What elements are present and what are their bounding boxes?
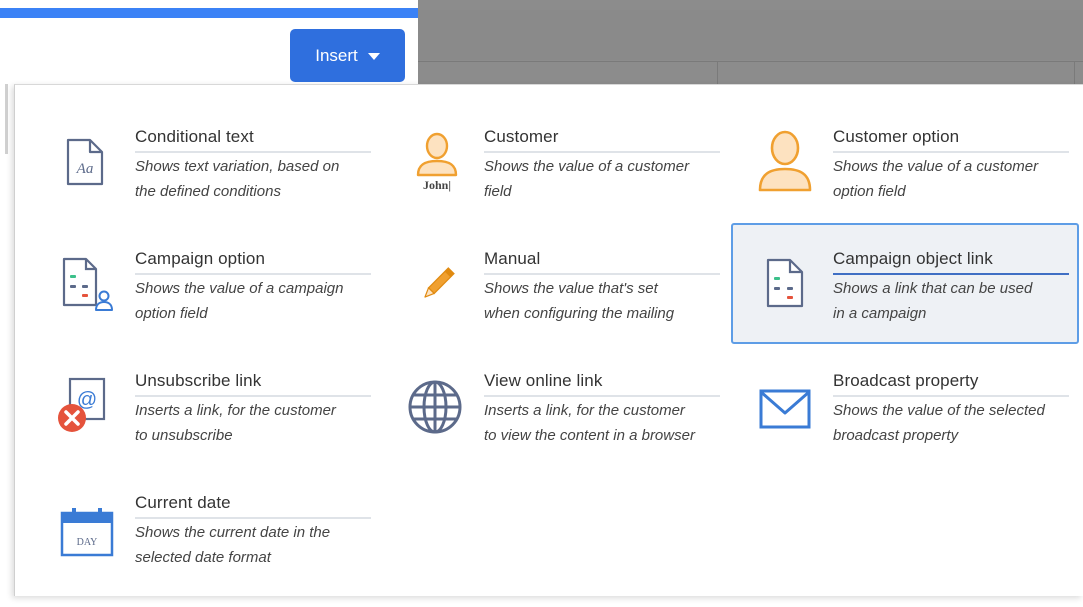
left-edge-shadow [5,84,8,154]
menu-item-description: Shows the value of the selected broadcas… [833,402,1045,444]
menu-item-description: Shows the value of a customer option fie… [833,158,1039,200]
overlay-toolbar [418,10,1083,60]
overlay-divider [418,61,1083,62]
overlay-column-divider [1074,62,1075,84]
campaign-document-icon [764,258,824,318]
pencil-icon [417,265,477,325]
title-underline [135,151,371,153]
menu-item-description: Shows the value of a customer field [484,158,690,200]
person-name-icon: John| [412,131,472,192]
insert-button-label: Insert [315,45,358,65]
tab-indicator [0,8,418,18]
menu-item-current-date[interactable]: DAY Current date Shows the current date … [58,489,403,607]
insert-dropdown-menu: Aa Conditional text Shows text variation… [14,84,1083,596]
title-underline [484,273,720,275]
svg-text:Aa: Aa [76,161,94,177]
globe-icon [407,379,467,439]
menu-item-description: Inserts a link, for the customer to view… [484,402,695,444]
envelope-icon [759,389,819,449]
calendar-icon: DAY [60,505,120,565]
title-underline [135,273,371,275]
campaign-document-user-icon [60,257,120,317]
menu-item-title: Broadcast property [833,371,979,390]
unsubscribe-icon: @ [56,377,116,437]
menu-item-conditional-text[interactable]: Aa Conditional text Shows text variation… [58,123,403,241]
person-icon [756,130,816,192]
menu-item-title: Campaign object link [833,249,993,268]
menu-item-description: Shows the current date in the selected d… [135,524,331,566]
menu-item-unsubscribe-link[interactable]: @ Unsubscribe link Inserts a link, for t… [58,367,403,485]
menu-item-customer[interactable]: John| Customer Shows the value of a cust… [407,123,752,241]
menu-item-title: Customer [484,127,559,146]
title-underline [833,151,1069,153]
menu-item-title: Unsubscribe link [135,371,262,390]
title-underline [484,395,720,397]
menu-item-description: Inserts a link, for the customer to unsu… [135,402,336,444]
overlay-column-divider [717,62,718,84]
menu-item-description: Shows text variation, based on the defin… [135,158,340,200]
title-underline [135,395,371,397]
title-underline [833,273,1069,275]
title-underline [135,517,371,519]
svg-text:John|: John| [423,178,451,192]
menu-item-description: Shows a link that can be used in a campa… [833,280,1033,322]
caret-down-icon [367,53,380,60]
menu-item-title: Current date [135,493,231,512]
menu-item-manual[interactable]: Manual Shows the value that's set when c… [407,245,752,363]
menu-item-title: Conditional text [135,127,254,146]
svg-text:DAY: DAY [77,537,98,548]
menu-item-title: Customer option [833,127,960,146]
menu-item-view-online-link[interactable]: View online link Inserts a link, for the… [407,367,752,485]
menu-item-campaign-option[interactable]: Campaign option Shows the value of a cam… [58,245,403,363]
menu-item-description: Shows the value of a campaign option fie… [135,280,344,322]
document-aa-icon: Aa [63,138,123,198]
menu-item-campaign-object-link[interactable]: Campaign object link Shows a link that c… [731,223,1079,344]
title-underline [484,151,720,153]
menu-item-title: View online link [484,371,603,390]
menu-item-title: Campaign option [135,249,266,268]
menu-item-title: Manual [484,249,541,268]
menu-item-description: Shows the value that's set when configur… [484,280,675,322]
insert-button[interactable]: Insert [290,29,405,82]
title-underline [833,395,1069,397]
menu-item-broadcast-property[interactable]: Broadcast property Shows the value of th… [756,367,1083,485]
